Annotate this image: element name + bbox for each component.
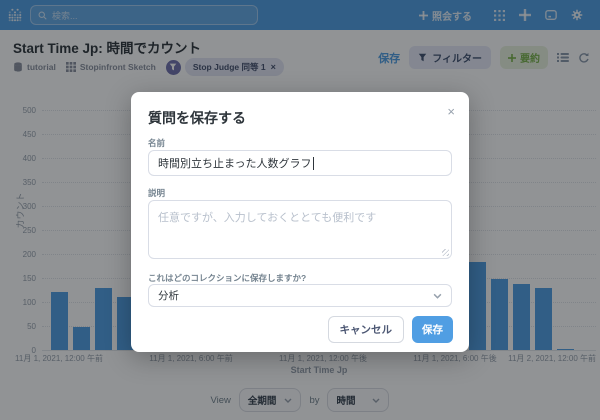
question-name-input[interactable]: 時間別立ち止まった人数グラフ: [148, 150, 452, 176]
description-field-wrap: [148, 200, 452, 259]
app-window: カウント Start Time Jp 050100150200250300350…: [0, 0, 600, 420]
description-label: 説明: [148, 187, 165, 199]
name-label: 名前: [148, 137, 165, 149]
chevron-down-icon: [433, 293, 442, 299]
modal-footer: キャンセル 保存: [328, 316, 454, 343]
collection-select[interactable]: 分析: [148, 284, 452, 307]
description-textarea[interactable]: [149, 201, 451, 258]
collection-label: これはどのコレクションに保存しますか?: [148, 272, 306, 284]
save-question-modal: 質問を保存する × 名前 時間別立ち止まった人数グラフ 説明 これはどのコレクシ…: [131, 92, 469, 352]
text-caret: [313, 157, 314, 170]
resize-handle-icon[interactable]: [442, 249, 449, 256]
close-icon[interactable]: ×: [447, 104, 455, 119]
question-name-value: 時間別立ち止まった人数グラフ: [158, 155, 312, 171]
modal-title: 質問を保存する: [148, 108, 246, 128]
save-button[interactable]: 保存: [412, 316, 453, 343]
cancel-button[interactable]: キャンセル: [328, 316, 405, 343]
collection-value: 分析: [158, 288, 179, 303]
